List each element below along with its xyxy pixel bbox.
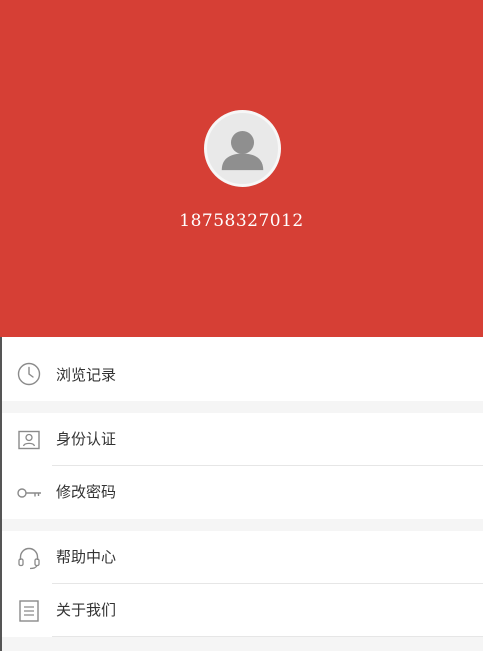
profile-header: 18758327012	[0, 0, 483, 337]
id-card-icon	[16, 427, 42, 453]
menu-item-history[interactable]: 浏览记录	[0, 337, 483, 401]
menu-item-label: 帮助中心	[56, 548, 117, 566]
document-icon	[16, 598, 42, 624]
menu-item-label: 关于我们	[56, 601, 117, 619]
menu-item-password[interactable]: 修改密码	[0, 466, 483, 519]
headset-icon	[16, 545, 42, 571]
menu-item-label: 修改密码	[56, 483, 117, 501]
key-icon	[16, 480, 42, 506]
menu-group-account: 身份认证 修改密码	[0, 413, 483, 519]
menu-group-info: 帮助中心 关于我们	[0, 531, 483, 637]
menu-item-help[interactable]: 帮助中心	[0, 531, 483, 584]
phone-number: 18758327012	[179, 211, 304, 231]
menu-item-label: 身份认证	[56, 430, 117, 448]
menu-item-identity[interactable]: 身份认证	[0, 413, 483, 466]
user-silhouette-icon	[221, 130, 264, 171]
section-gap	[0, 519, 483, 531]
clock-icon	[16, 361, 42, 387]
window-edge	[0, 337, 2, 651]
menu-group-history: 浏览记录	[0, 337, 483, 401]
avatar[interactable]	[204, 110, 281, 187]
menu-item-about[interactable]: 关于我们	[0, 584, 483, 637]
section-gap	[0, 401, 483, 413]
menu-item-label: 浏览记录	[56, 366, 117, 384]
